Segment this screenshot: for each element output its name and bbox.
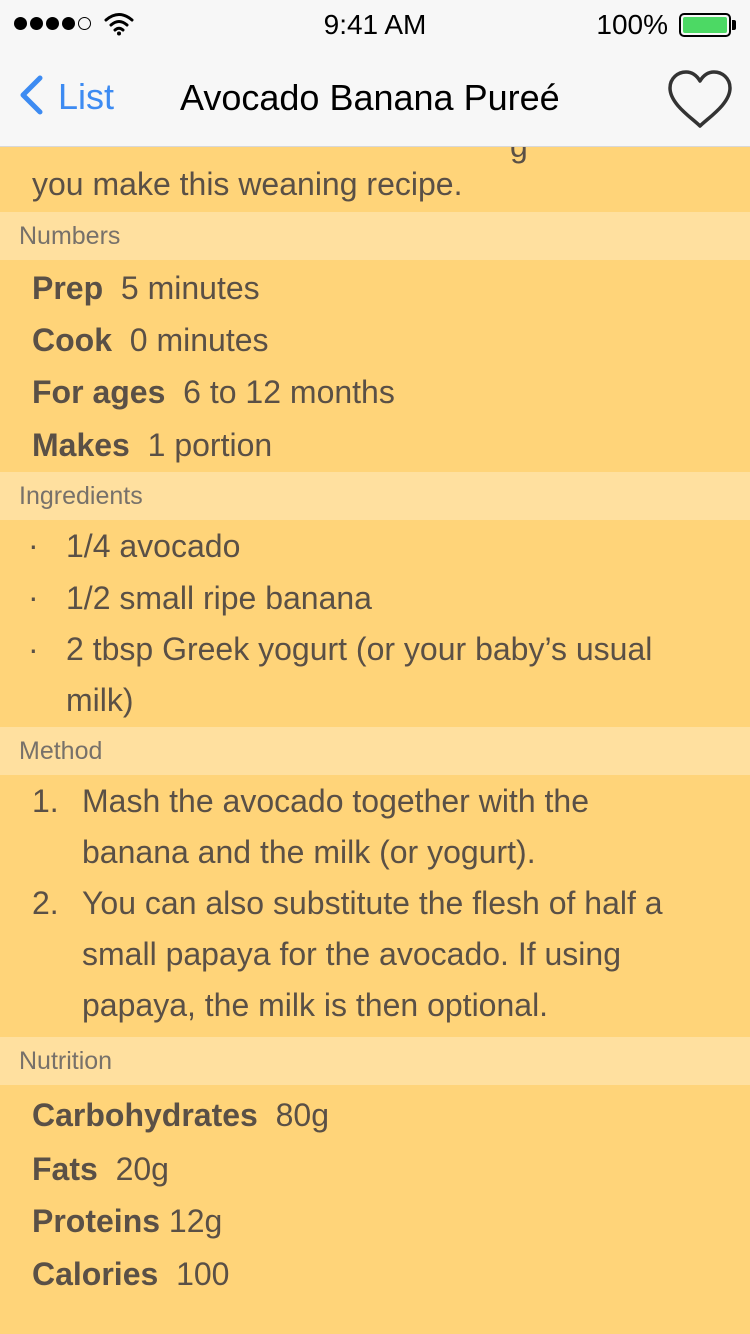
ingredient-item: 1/4 avocado xyxy=(66,521,240,572)
chevron-left-icon xyxy=(18,75,44,120)
numbers-value: 6 to 12 months xyxy=(183,374,395,410)
ingredient-item: 1/2 small ripe banana xyxy=(66,573,372,624)
favorite-button[interactable] xyxy=(664,68,736,132)
back-button[interactable]: List xyxy=(18,72,114,122)
nutrition-value: 100 xyxy=(176,1256,230,1292)
step-number: 2. xyxy=(32,885,59,921)
battery-tip xyxy=(732,20,736,30)
nutrition-row-calories: Calories 100 xyxy=(32,1256,229,1293)
ingredient-line: 1/2 small ripe banana xyxy=(66,580,372,616)
numbers-label: For ages xyxy=(32,374,166,410)
method-line: small papaya for the avocado. If using xyxy=(82,936,621,972)
nutrition-row-proteins: Proteins 12g xyxy=(32,1203,222,1240)
method-line: You can also substitute the flesh of hal… xyxy=(82,885,663,921)
recipe-content: g you make this weaning recipe. Numbers … xyxy=(0,0,750,1334)
numbers-label: Prep xyxy=(32,270,104,306)
numbers-value: 5 minutes xyxy=(120,270,260,306)
numbers-row-ages: For ages 6 to 12 months xyxy=(32,374,395,411)
numbers-value: 1 portion xyxy=(147,427,273,463)
nutrition-row-fats: Fats 20g xyxy=(32,1151,169,1188)
nutrition-value: 80g xyxy=(275,1097,330,1133)
navigation-bar: List Avocado Banana Pureé xyxy=(0,50,750,147)
nutrition-row-carbohydrates: Carbohydrates 80g xyxy=(32,1097,329,1134)
list-bullet: · xyxy=(28,631,39,667)
numbers-label: Makes xyxy=(32,427,130,463)
nutrition-value: 20g xyxy=(115,1151,169,1187)
ingredient-line: 2 tbsp Greek yogurt (or your baby’s usua… xyxy=(66,631,653,667)
nutrition-value: 12g xyxy=(168,1203,223,1239)
nutrition-label: Carbohydrates xyxy=(32,1097,258,1133)
list-bullet: · xyxy=(28,579,39,615)
numbers-value: 0 minutes xyxy=(129,322,269,358)
numbers-row-makes: Makes 1 portion xyxy=(32,427,272,464)
section-header-method: Method xyxy=(0,727,750,775)
nutrition-label: Fats xyxy=(32,1151,98,1187)
method-line: Mash the avocado together with the xyxy=(82,783,589,819)
numbers-label: Cook xyxy=(32,322,112,358)
list-bullet: · xyxy=(28,527,39,563)
nutrition-label: Proteins xyxy=(32,1203,161,1239)
section-header-numbers: Numbers xyxy=(0,212,750,260)
step-number: 1. xyxy=(32,783,59,819)
method-line: papaya, the milk is then optional. xyxy=(82,987,549,1023)
section-header-nutrition: Nutrition xyxy=(0,1037,750,1085)
ingredient-line: 1/4 avocado xyxy=(66,528,241,564)
method-step: Mash the avocado together with the banan… xyxy=(82,776,589,878)
back-button-label: List xyxy=(58,76,115,117)
battery-icon xyxy=(679,13,731,37)
nutrition-label: Calories xyxy=(32,1256,159,1292)
battery-fill xyxy=(683,17,727,33)
intro-text: you make this weaning recipe. xyxy=(32,166,463,202)
method-step: You can also substitute the flesh of hal… xyxy=(82,878,663,1031)
numbers-row-cook: Cook 0 minutes xyxy=(32,322,269,359)
page-title: Avocado Banana Pureé xyxy=(180,77,560,118)
battery-percent: 100% xyxy=(596,9,668,40)
ingredient-item: 2 tbsp Greek yogurt (or your baby’s usua… xyxy=(66,624,652,726)
method-line: banana and the milk (or yogurt). xyxy=(82,834,536,870)
heart-outline-icon xyxy=(664,70,736,136)
status-bar: 9:41 AM 100% xyxy=(0,0,750,50)
numbers-row-prep: Prep 5 minutes xyxy=(32,270,260,307)
section-header-ingredients: Ingredients xyxy=(0,472,750,520)
ingredient-line: milk) xyxy=(66,682,134,718)
